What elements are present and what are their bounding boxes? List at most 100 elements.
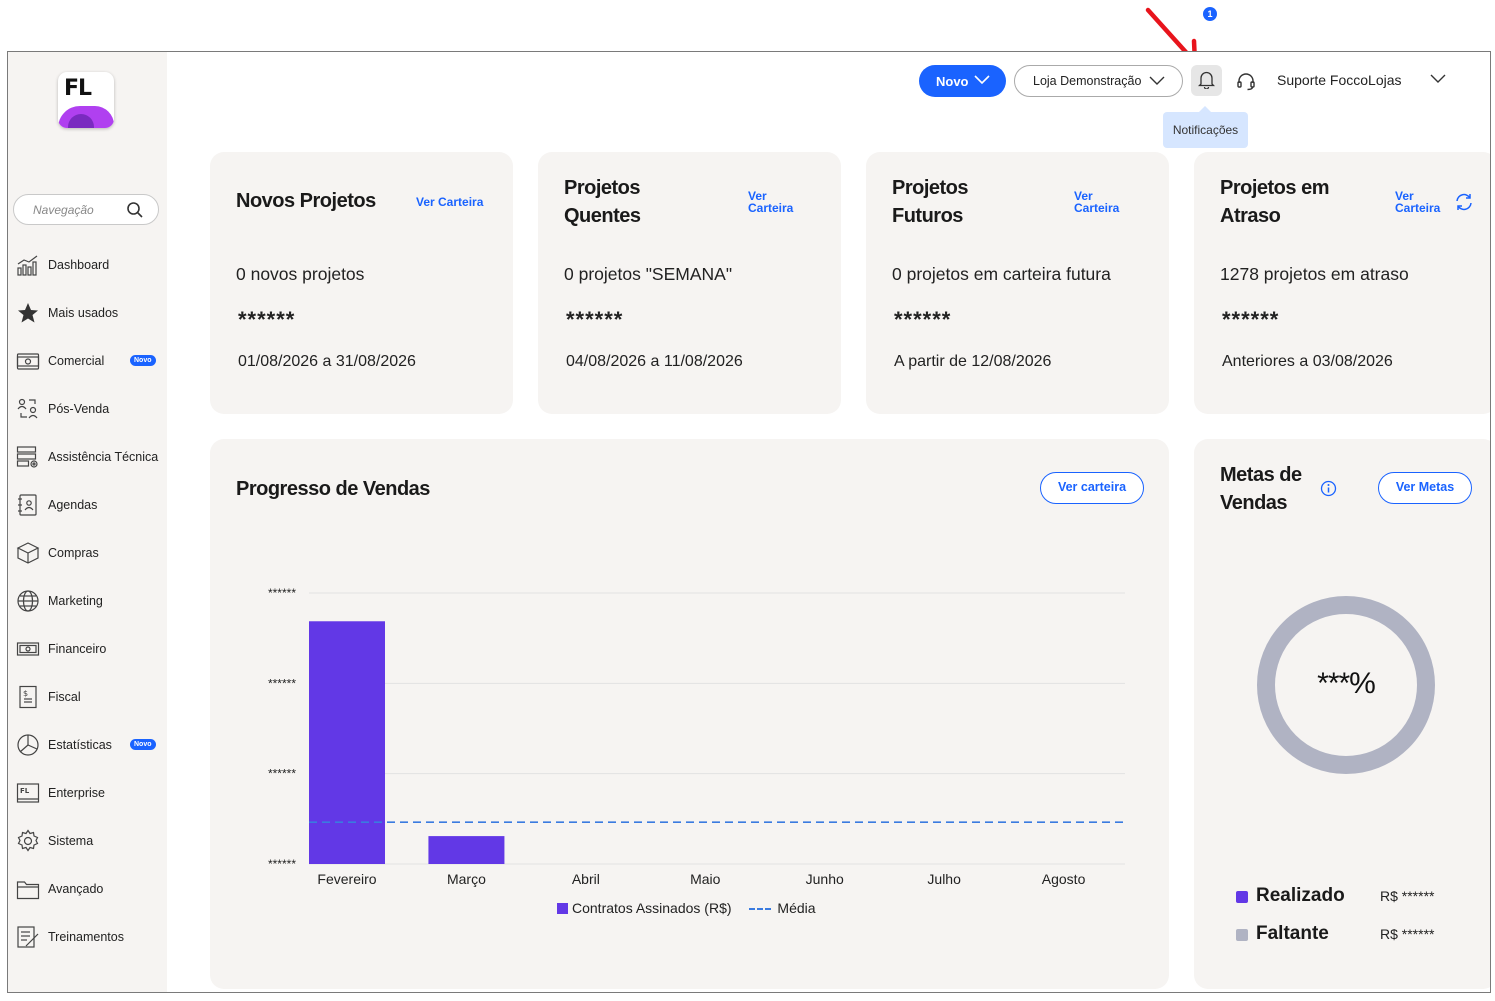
sidebar-item-label: Compras [48,546,99,560]
legend-average-swatch [749,908,772,910]
sales-goals-card: Metas de Vendas Ver Metas ***% Realizado … [1194,439,1490,989]
new-button[interactable]: Novo [919,65,1006,97]
sidebar-item-label: Financeiro [48,642,107,656]
chevron-down-icon [1149,76,1165,85]
new-badge: Novo [130,739,156,750]
sidebar-item-marketing[interactable]: Marketing [16,586,164,616]
sidebar-item-label: Treinamentos [48,930,124,944]
notifications-tooltip: Notificações [1163,106,1248,148]
card-title: Novos Projetos [236,190,376,212]
faltante-value: R$ ****** [1380,926,1435,942]
money-icon [16,642,40,656]
sidebar-item-label: Agendas [48,498,98,512]
training-icon [17,926,39,948]
sales-progress-card: Progresso de Vendas Ver carteira ****** *… [210,439,1169,989]
sidebar-item-label: Fiscal [48,690,81,704]
card-masked-value: ****** [238,307,296,332]
star-icon [18,303,38,323]
new-button-label: Novo [936,74,969,89]
sidebar-item-label: Marketing [48,594,103,608]
enterprise-icon: FL [16,783,40,803]
svg-text:FL: FL [20,787,30,795]
refresh-icon[interactable] [1454,192,1474,212]
sidebar-item-mais-usados[interactable]: Mais usados [16,298,164,328]
sidebar-item-label: Estatísticas [48,738,112,752]
pie-chart-icon [17,734,39,756]
sidebar-item-treinamentos[interactable]: Treinamentos [16,922,164,952]
sidebar-item-label: Enterprise [48,786,105,800]
sidebar-item-compras[interactable]: Compras [16,538,164,568]
card-count: 0 novos projetos [236,264,365,284]
sidebar-item-avancado[interactable]: Avançado [16,874,164,904]
sales-goals-title: Metas de Vendas [1220,464,1302,514]
card-projetos-em-atraso: Projetos em Atraso Ver Carteira 1278 proje… [1194,152,1490,414]
store-selector-label: Loja Demonstração [1033,74,1142,88]
card-projetos-futuros: Projetos Futuros Ver Carteira 0 projetos e… [866,152,1169,414]
ver-carteira-link[interactable]: Ver Carteira [1074,190,1119,214]
bell-icon [1198,71,1215,89]
chart-legend: Contratos Assinados (R$) Média [557,900,816,916]
y-tick-label: ****** [268,676,296,690]
x-tick-label: Fevereiro [317,871,376,887]
sidebar-item-label: Mais usados [48,306,119,320]
legend-bars-label: Contratos Assinados (R$) [572,900,732,916]
sidebar-item-assistencia-tecnica[interactable]: Assistência Técnica [16,442,164,472]
navigation-search-input[interactable]: Navegação [13,194,159,225]
x-tick-label: Março [447,871,486,887]
ver-metas-button[interactable]: Ver Metas [1378,472,1472,504]
search-placeholder: Navegação [33,203,94,217]
search-icon[interactable] [126,201,144,219]
info-icon[interactable] [1320,480,1337,497]
gear-icon [17,829,39,852]
legend-average-label: Média [777,900,816,916]
realizado-value: R$ ****** [1380,888,1435,904]
sidebar-item-sistema[interactable]: Sistema [16,826,164,856]
ver-carteira-link[interactable]: Ver Carteira [416,196,483,208]
card-count: 0 projetos em carteira futura [892,264,1111,284]
x-tick-label: Maio [690,871,721,887]
card-count: 1278 projetos em atraso [1220,264,1409,284]
svg-text:$: $ [23,689,28,698]
notification-count-badge: 1 [1203,7,1217,21]
receipt-icon: $ [19,685,37,709]
wallet-icon [16,353,40,370]
server-gear-icon [16,446,38,468]
headset-support-icon[interactable] [1236,71,1256,91]
sidebar-item-agendas[interactable]: Agendas [16,490,164,520]
sidebar-item-financeiro[interactable]: Financeiro [16,634,164,664]
notifications-button[interactable] [1191,65,1222,96]
legend-bars-swatch [557,903,568,914]
store-selector[interactable]: Loja Demonstração [1014,65,1183,97]
sidebar-item-label: Pós-Venda [48,402,110,416]
chevron-down-icon [974,75,990,85]
card-date-range: A partir de 12/08/2026 [894,353,1052,370]
box-icon [16,542,40,564]
sidebar-item-pos-venda[interactable]: Pós-Venda [16,394,164,424]
card-count: 0 projetos "SEMANA" [564,264,733,284]
app-logo[interactable]: FL [58,72,114,128]
sidebar-item-fiscal[interactable]: $ Fiscal [16,682,164,712]
sidebar-item-estatisticas[interactable]: Estatísticas Novo [16,730,164,760]
sidebar-item-enterprise[interactable]: FL Enterprise [16,778,164,808]
card-projetos-quentes: Projetos Quentes Ver Carteira 0 projetos "… [538,152,841,414]
sidebar-item-comercial[interactable]: Comercial Novo [16,346,164,376]
ver-carteira-link[interactable]: Ver Carteira [748,190,793,214]
card-title: Projetos Quentes [564,177,641,227]
card-masked-value: ****** [1222,307,1280,332]
x-tick-label: Julho [927,871,961,887]
sidebar-item-label: Sistema [48,834,94,848]
y-tick-label: ****** [268,767,296,781]
card-date-range: Anteriores a 03/08/2026 [1222,353,1393,370]
people-exchange-icon [17,398,38,419]
sidebar-item-dashboard[interactable]: Dashboard [16,250,164,280]
card-title: Projetos em Atraso [1220,177,1329,227]
y-tick-label: ****** [268,586,296,600]
user-menu-label: Suporte FoccoLojas [1277,72,1402,88]
card-novos-projetos: Novos Projetos Ver Carteira 0 novos proj… [210,152,513,414]
user-menu[interactable]: Suporte FoccoLojas [1277,72,1446,88]
faltante-swatch [1236,929,1248,941]
x-tick-label: Agosto [1042,871,1086,887]
card-masked-value: ****** [894,307,952,332]
x-tick-label: Abril [572,871,600,887]
ver-carteira-link[interactable]: Ver Carteira [1395,190,1440,214]
